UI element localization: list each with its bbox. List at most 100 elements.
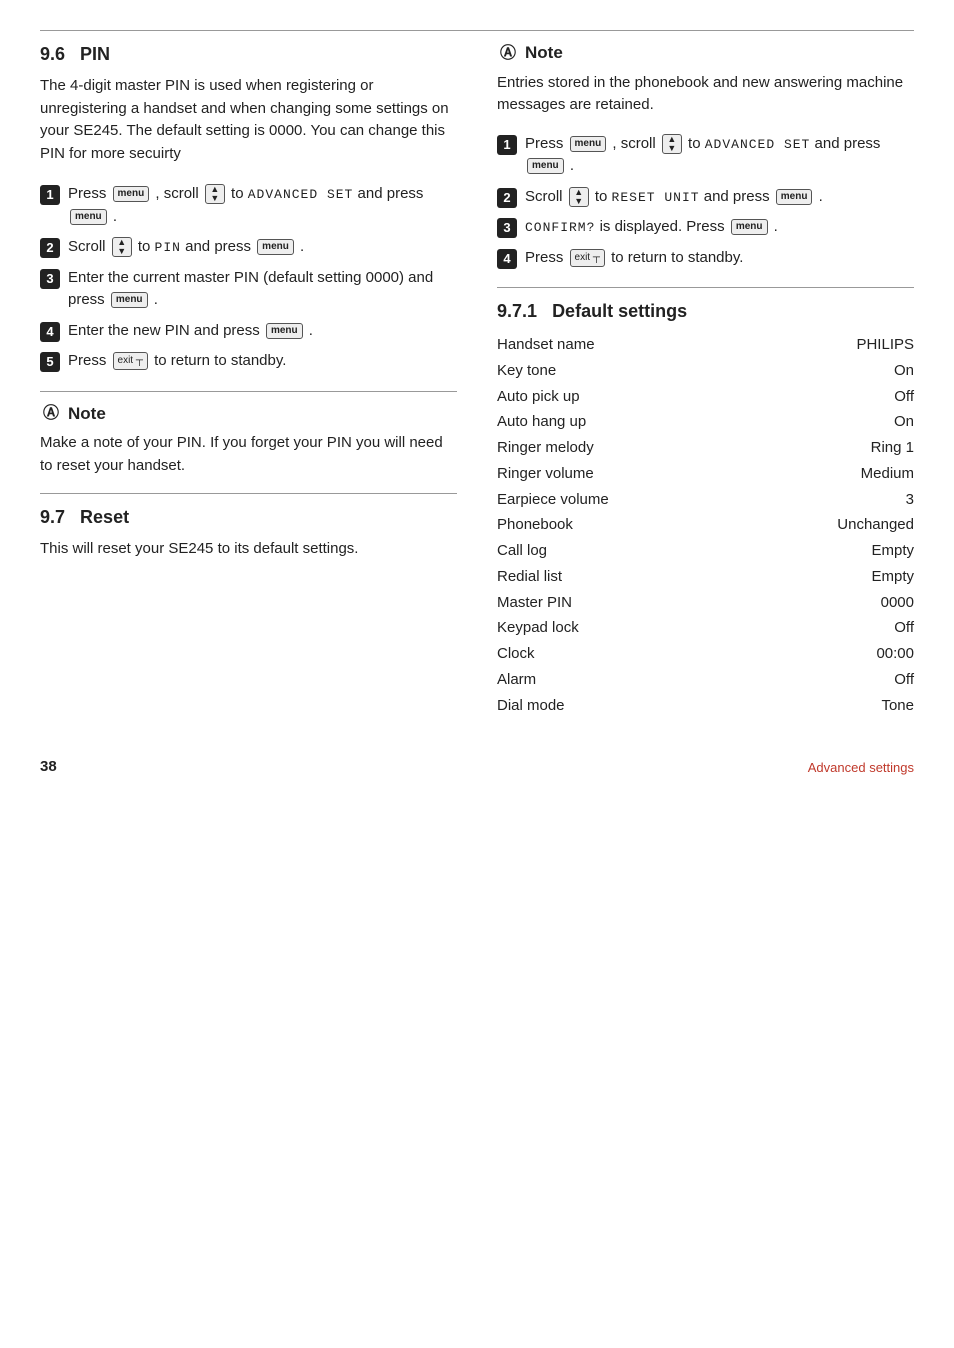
note-icon-2: Ⓐ (497, 42, 519, 64)
step-num-2: 2 (40, 238, 60, 258)
menu-button-icon-3: menu (257, 239, 294, 255)
pin-step2-to: to (138, 238, 155, 255)
pin-step5-press: Press (68, 352, 111, 369)
defaults-value: Off (744, 667, 914, 693)
reset-step2-to: to (595, 188, 612, 205)
pin-step4-text: Enter the new PIN and press (68, 322, 264, 339)
defaults-table-row: Auto pick upOff (497, 384, 914, 410)
reset-step1-to: to (688, 135, 705, 152)
nav-scroll-icon: ▲▼ (205, 184, 225, 204)
pin-step2-pin: PIN (155, 240, 181, 255)
defaults-table-row: Earpiece volume3 (497, 487, 914, 513)
pin-step-3: 3 Enter the current master PIN (default … (40, 267, 457, 312)
reset-step-1-content: Press menu , scroll ▲▼ to ADVANCED SET a… (525, 133, 914, 178)
note-label-2: Note (525, 41, 563, 66)
menu-button-icon: menu (113, 186, 150, 202)
defaults-label: Phonebook (497, 512, 744, 538)
menu-button-icon-4: menu (111, 292, 148, 308)
note-icon-1: Ⓐ (40, 403, 62, 425)
step-num-5: 5 (40, 352, 60, 372)
reset-step1-dot: . (570, 157, 574, 174)
reset-step1-scroll: , scroll (612, 135, 660, 152)
defaults-label: Ringer melody (497, 435, 744, 461)
menu-button-icon-5: menu (266, 323, 303, 339)
pin-step1-to: to (231, 185, 248, 202)
defaults-table-row: Clock00:00 (497, 641, 914, 667)
defaults-table-row: Key toneOn (497, 358, 914, 384)
pin-step1-scroll: , scroll (155, 185, 203, 202)
pin-steps-list: 1 Press menu , scroll ▲▼ to ADVANCED SET… (40, 183, 457, 373)
note-block-2: Ⓐ Note Entries stored in the phonebook a… (497, 41, 914, 117)
pin-step3-dot: . (154, 291, 158, 308)
pin-step2-dot: . (300, 238, 304, 255)
pin-section-body: The 4-digit master PIN is used when regi… (40, 75, 457, 165)
defaults-value: Medium (744, 461, 914, 487)
reset-step2-reset-unit: RESET UNIT (612, 190, 700, 205)
defaults-value: Unchanged (744, 512, 914, 538)
exit-button-icon-r4: exit ┬ (570, 249, 605, 267)
defaults-label: Auto pick up (497, 384, 744, 410)
reset-section-heading: Reset (80, 507, 129, 527)
reset-step-3-content: CONFIRM? is displayed. Press menu . (525, 216, 914, 239)
menu-button-icon-r1b: menu (527, 158, 564, 174)
defaults-table-row: Handset namePHILIPS (497, 332, 914, 358)
defaults-label: Earpiece volume (497, 487, 744, 513)
menu-button-icon-2: menu (70, 209, 107, 225)
defaults-label: Redial list (497, 564, 744, 590)
exit-button-icon: exit ┬ (113, 352, 148, 370)
defaults-value: On (744, 358, 914, 384)
pin-section-number: 9.6 (40, 44, 65, 64)
defaults-label: Key tone (497, 358, 744, 384)
pin-step2-scroll: Scroll (68, 238, 110, 255)
pin-step-4-content: Enter the new PIN and press menu . (68, 320, 457, 343)
reset-step3-dot: . (774, 218, 778, 235)
pin-step-4: 4 Enter the new PIN and press menu . (40, 320, 457, 343)
defaults-table-row: Auto hang upOn (497, 409, 914, 435)
reset-step4-press: Press (525, 249, 568, 266)
defaults-value: 00:00 (744, 641, 914, 667)
reset-step-2-content: Scroll ▲▼ to RESET UNIT and press menu . (525, 186, 914, 209)
pin-section-heading: PIN (80, 44, 110, 64)
reset-step3-confirm: CONFIRM? (525, 220, 595, 235)
reset-step1-advanced-set: ADVANCED SET (705, 137, 811, 152)
reset-step-num-4: 4 (497, 249, 517, 269)
reset-step-4: 4 Press exit ┬ to return to standby. (497, 247, 914, 270)
pin-step1-dot: . (113, 208, 117, 225)
reset-section-number: 9.7 (40, 507, 65, 527)
defaults-value: Ring 1 (744, 435, 914, 461)
pin-step-5-content: Press exit ┬ to return to standby. (68, 350, 457, 373)
reset-steps-list: 1 Press menu , scroll ▲▼ to ADVANCED SET… (497, 133, 914, 270)
reset-step1-and-press: and press (815, 135, 881, 152)
pin-step1-and-press: and press (358, 185, 424, 202)
defaults-label: Keypad lock (497, 615, 744, 641)
reset-step-3: 3 CONFIRM? is displayed. Press menu . (497, 216, 914, 239)
pin-step-1: 1 Press menu , scroll ▲▼ to ADVANCED SET… (40, 183, 457, 228)
pin-step1-advanced-set: ADVANCED SET (248, 187, 354, 202)
defaults-label: Ringer volume (497, 461, 744, 487)
defaults-value: Tone (744, 693, 914, 719)
left-column: 9.6 PIN The 4-digit master PIN is used w… (40, 41, 457, 718)
reset-step1-press: Press (525, 135, 568, 152)
page-number: 38 (40, 756, 57, 778)
pin-step4-dot: . (309, 322, 313, 339)
defaults-table-row: Keypad lockOff (497, 615, 914, 641)
reset-step-2: 2 Scroll ▲▼ to RESET UNIT and press menu… (497, 186, 914, 209)
defaults-table-row: Call logEmpty (497, 538, 914, 564)
defaults-section: 9.7.1 Default settings Handset namePHILI… (497, 298, 914, 718)
reset-step2-and-press: and press (704, 188, 774, 205)
defaults-table: Handset namePHILIPSKey toneOnAuto pick u… (497, 332, 914, 718)
reset-step-4-content: Press exit ┬ to return to standby. (525, 247, 914, 270)
defaults-value: Empty (744, 538, 914, 564)
menu-button-icon-r3: menu (731, 219, 768, 235)
pin-step-3-content: Enter the current master PIN (default se… (68, 267, 457, 312)
defaults-section-heading: Default settings (552, 301, 687, 321)
defaults-table-row: AlarmOff (497, 667, 914, 693)
nav-scroll-icon-r1: ▲▼ (662, 134, 682, 154)
reset-step3-text: is displayed. Press (600, 218, 729, 235)
step-num-1: 1 (40, 185, 60, 205)
reset-step2-dot: . (819, 188, 823, 205)
note-title-1: Ⓐ Note (40, 402, 457, 427)
menu-button-icon-r2b: menu (776, 189, 813, 205)
menu-button-icon-r1: menu (570, 136, 607, 152)
defaults-label: Dial mode (497, 693, 744, 719)
